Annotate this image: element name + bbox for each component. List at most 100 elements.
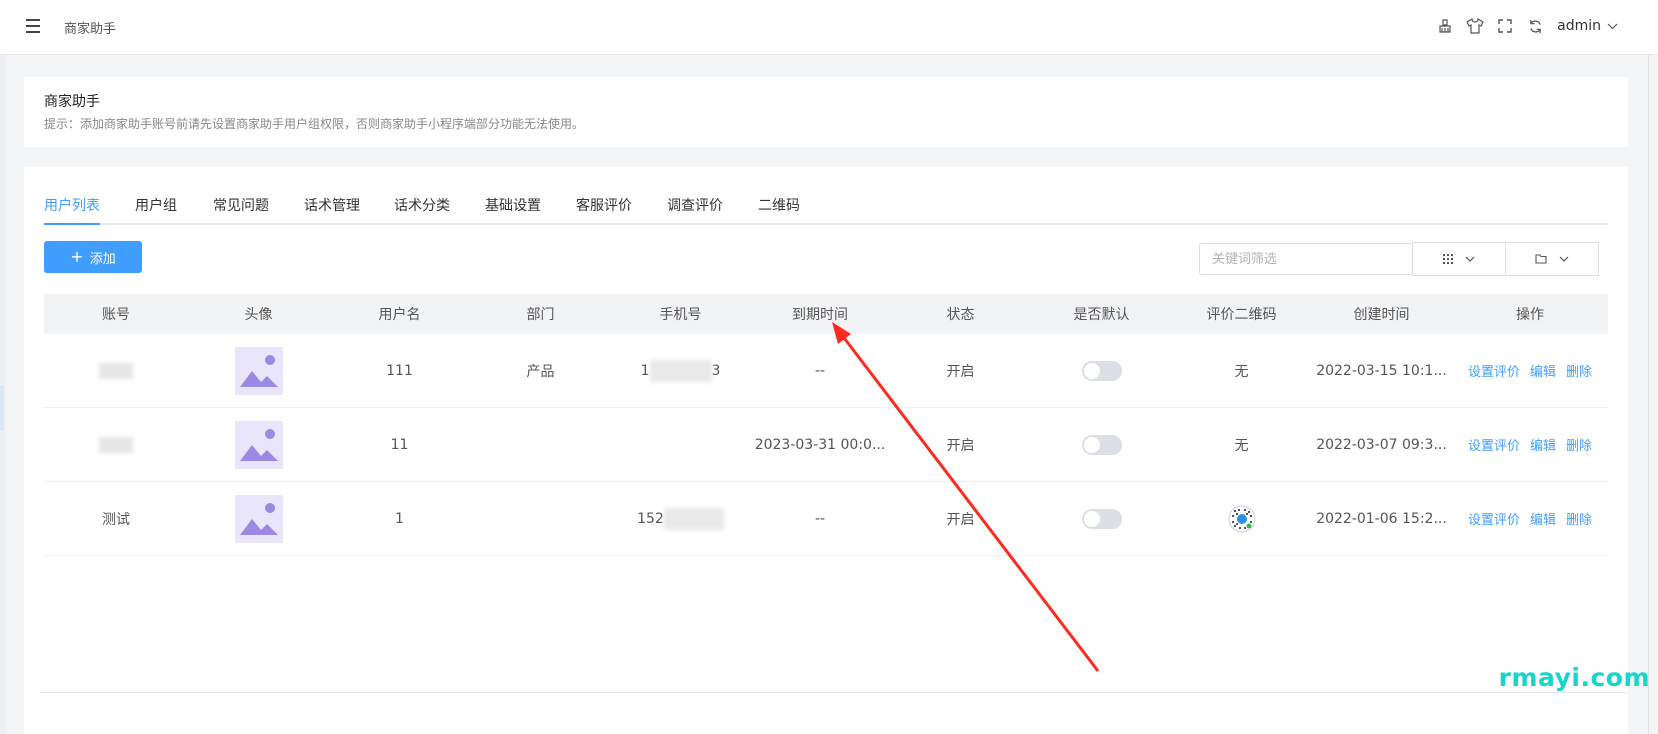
tab-bar: 用户列表 用户组 常见问题 话术管理 话术分类 基础设置 客服评价 调查评价 二… [44,195,1608,225]
cell-expire: 2023-03-31 00:0... [754,436,886,453]
cell-username: 1 [395,510,404,527]
cell-avatar [188,482,329,555]
cell-account: 测试 [102,511,130,528]
cell-actions: 设置评价 编辑 删除 [1452,408,1608,481]
cell-department [470,482,611,555]
notice-text: 提示：添加商家助手账号前请先设置商家助手用户组权限，否则商家助手小程序端部分功能… [44,117,585,131]
cell-department [470,408,611,481]
cell-department: 产品 [526,363,555,380]
default-toggle[interactable] [1081,508,1122,529]
add-button[interactable]: + 添加 [44,241,142,273]
set-rating-link[interactable]: 设置评价 [1468,435,1520,454]
sidebar-edge [0,55,6,734]
column-view-dropdown[interactable] [1412,242,1506,276]
tab-script-categories[interactable]: 话术分类 [394,195,450,223]
col-status: 状态 [946,307,975,323]
cell-account [44,334,188,407]
tab-basic-settings[interactable]: 基础设置 [485,195,541,223]
table-row: 11 2023-03-31 00:0... 开启 无 2022-03-07 09… [44,408,1608,482]
tab-service-rating[interactable]: 客服评价 [576,195,632,223]
cell-expire: -- [814,510,826,527]
table-row: 测试 1 152 -- 开启 2022-01-06 15:2... 设置评价 编… [44,482,1608,556]
cell-account [44,408,188,481]
search-input[interactable] [1199,243,1413,275]
main-card: 用户列表 用户组 常见问题 话术管理 话术分类 基础设置 客服评价 调查评价 二… [24,167,1628,734]
cell-phone [611,408,750,481]
top-bar: 商家助手 admin [0,0,1658,55]
menu-toggle-icon[interactable] [26,19,42,33]
tab-scripts[interactable]: 话术管理 [304,195,360,223]
cell-phone: 152 [611,482,750,555]
col-avatar: 头像 [244,307,273,323]
table-footer-divider [40,692,1628,693]
cell-created: 2022-03-15 10:1... [1316,362,1447,379]
breadcrumb: 商家助手 [64,22,117,37]
grid-icon [1443,254,1453,264]
sidebar-marker [0,385,4,431]
default-toggle[interactable] [1081,434,1122,455]
phone-prefix: 1 [640,362,650,379]
col-default: 是否默认 [1073,307,1130,323]
header-tools: admin [1435,16,1618,36]
cell-rating-qr: 无 [1234,437,1249,454]
scrollbar[interactable] [1648,55,1658,734]
cell-status: 开启 [946,363,975,380]
tab-user-group[interactable]: 用户组 [135,195,177,223]
export-dropdown[interactable] [1505,242,1599,276]
cell-username: 11 [390,436,409,453]
refresh-icon[interactable] [1525,16,1545,36]
chevron-down-icon [1465,256,1475,262]
edit-link[interactable]: 编辑 [1530,361,1556,380]
redacted-phone [663,507,724,530]
notice-panel: 商家助手 提示：添加商家助手账号前请先设置商家助手用户组权限，否则商家助手小程序… [24,77,1628,147]
tab-qrcode[interactable]: 二维码 [758,195,800,223]
tab-user-list[interactable]: 用户列表 [44,195,100,225]
col-actions: 操作 [1516,307,1544,323]
cell-rating-qr: 无 [1234,363,1249,380]
chevron-down-icon [1607,23,1618,29]
user-table: 账号 头像 用户名 部门 手机号 到期时间 状态 是否默认 评价二维码 创建时间… [44,294,1608,556]
cell-avatar [188,408,329,481]
qrcode-thumbnail[interactable] [1227,504,1257,534]
table-header: 账号 头像 用户名 部门 手机号 到期时间 状态 是否默认 评价二维码 创建时间… [44,294,1608,334]
edit-link[interactable]: 编辑 [1530,509,1556,528]
col-username: 用户名 [378,307,421,323]
set-rating-link[interactable]: 设置评价 [1468,361,1520,380]
cell-status: 开启 [946,437,975,454]
add-button-label: 添加 [89,251,116,267]
tab-survey-rating[interactable]: 调查评价 [667,195,723,223]
col-created: 创建时间 [1353,307,1410,323]
user-name: admin [1557,18,1601,34]
col-expire: 到期时间 [792,307,848,323]
cell-expire: -- [814,362,826,379]
edit-link[interactable]: 编辑 [1530,435,1556,454]
redacted-phone [649,359,712,382]
plus-icon: + [70,247,84,266]
cell-default [1031,408,1172,481]
delete-link[interactable]: 删除 [1566,509,1592,528]
cell-avatar [188,334,329,407]
delete-link[interactable]: 删除 [1566,435,1592,454]
fullscreen-icon[interactable] [1495,16,1515,36]
phone-prefix: 152 [637,510,664,527]
col-department: 部门 [526,307,555,323]
cell-phone: 1 3 [611,334,750,407]
user-menu[interactable]: admin [1557,18,1618,34]
default-toggle[interactable] [1081,360,1122,381]
chevron-down-icon [1559,256,1569,262]
set-rating-link[interactable]: 设置评价 [1468,509,1520,528]
folder-icon [1535,254,1547,264]
cell-username: 111 [386,362,413,379]
clean-icon[interactable] [1435,16,1455,36]
avatar [234,346,283,395]
tab-faq[interactable]: 常见问题 [213,195,269,223]
cell-default [1031,482,1172,555]
phone-suffix: 3 [711,362,721,379]
skin-icon[interactable] [1465,16,1485,36]
page-title: 商家助手 [44,94,100,110]
cell-created: 2022-03-07 09:3... [1316,436,1447,453]
delete-link[interactable]: 删除 [1566,361,1592,380]
redacted-account [99,436,133,453]
table-row: 111 产品 1 3 -- 开启 无 2022-03-15 10:1... 设置… [44,334,1608,408]
col-account: 账号 [102,307,130,323]
